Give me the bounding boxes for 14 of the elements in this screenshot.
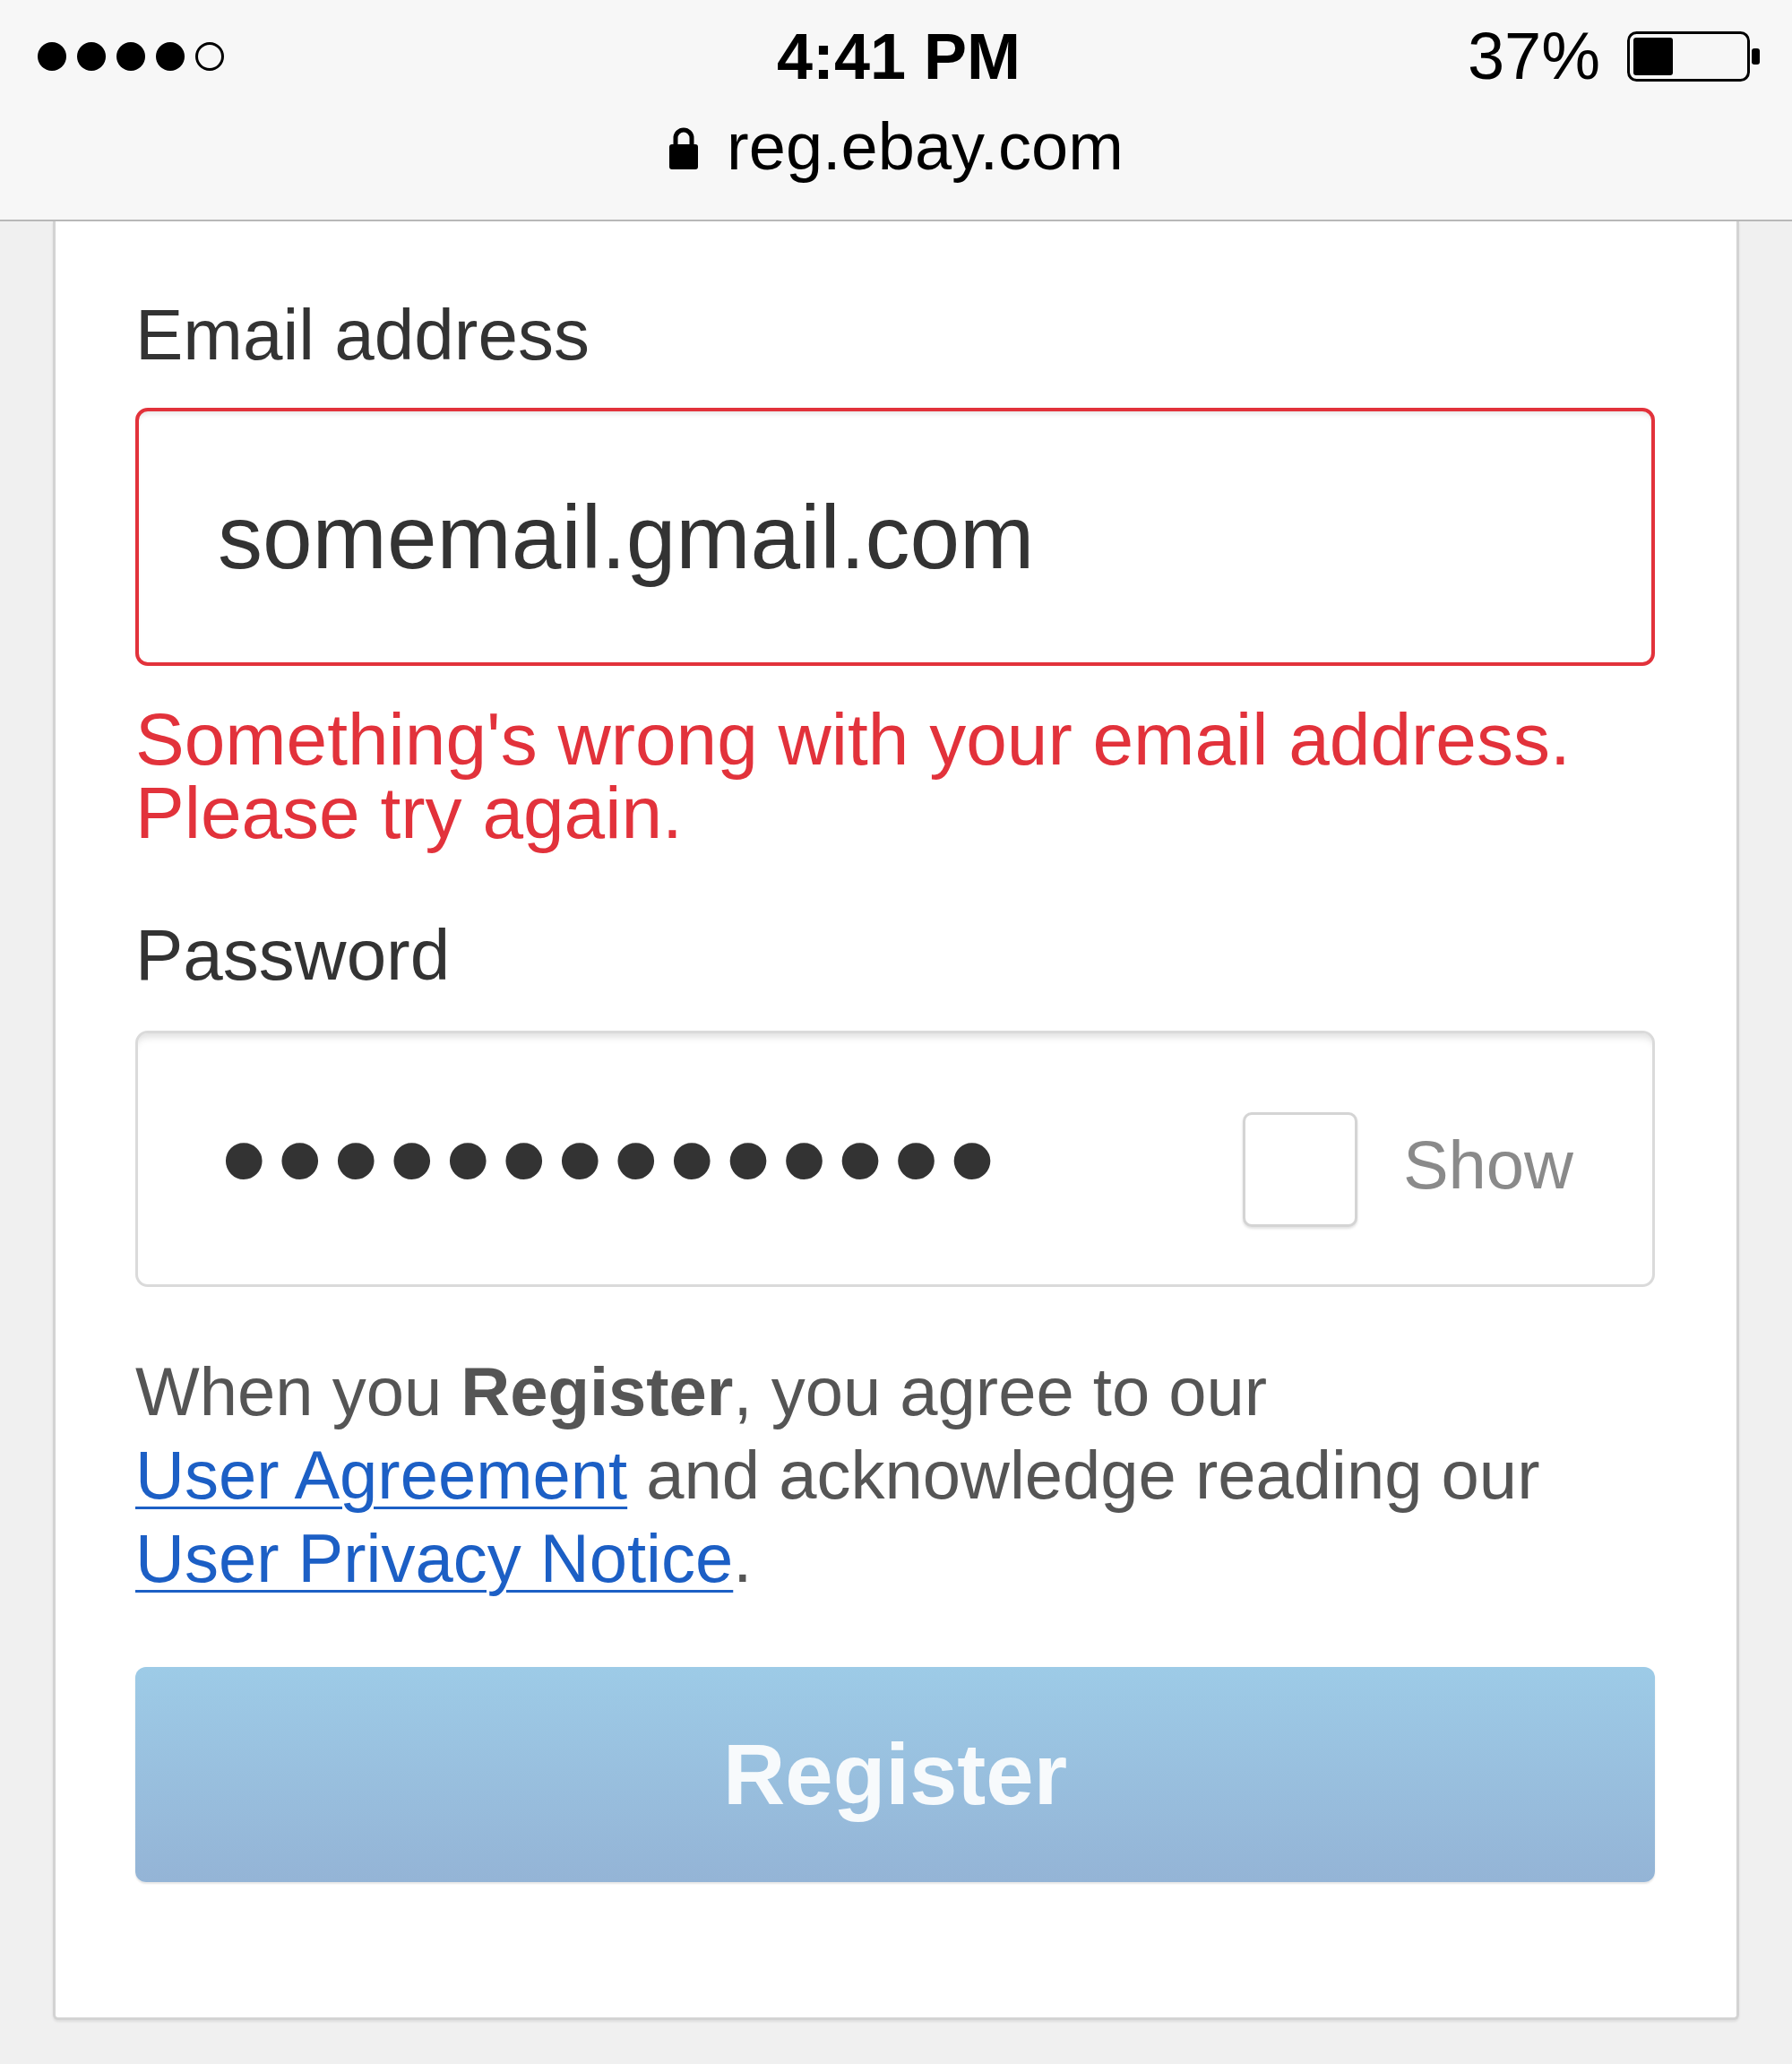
show-password-label[interactable]: Show — [1402, 1131, 1573, 1199]
field-label: Email address — [135, 295, 590, 376]
battery-percent: 37% — [1467, 23, 1600, 90]
masked-password: •••••••••••••• — [220, 1132, 1005, 1186]
battery-icon — [1627, 31, 1761, 82]
show-password-checkbox[interactable] — [1242, 1112, 1357, 1227]
clock-time: 4:41 PM — [776, 24, 1021, 89]
password-field[interactable]: •••••••••••••• Show — [135, 1031, 1655, 1287]
policy-link[interactable]: User Privacy Notice — [135, 1520, 734, 1596]
field-label: Password — [135, 915, 452, 996]
policy-link[interactable]: User Agreement — [135, 1437, 628, 1513]
terms-text: When you Register, you agree to our User Agreement and acknowledge reading our User Privacy Notice. — [135, 1352, 1541, 1598]
signal-strength-icon — [37, 41, 225, 72]
email-field[interactable]: somemail.gmail.com — [135, 408, 1655, 666]
